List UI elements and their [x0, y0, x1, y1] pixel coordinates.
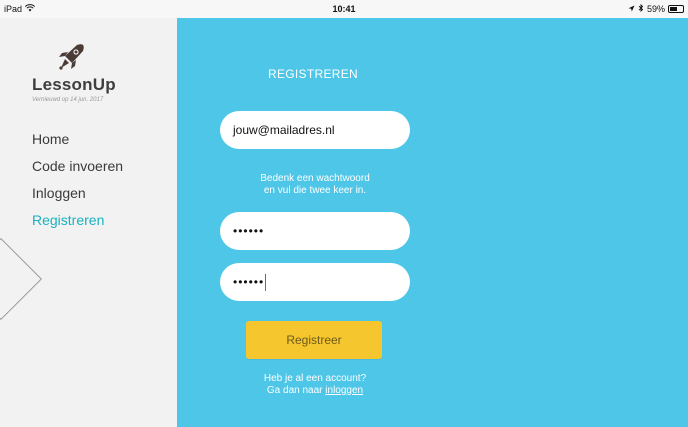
status-time: 10:41	[332, 4, 356, 14]
sidebar-nav: Home Code invoeren Inloggen Registreren	[32, 130, 123, 229]
login-hint: Heb je al een account? Ga dan naar inlog…	[220, 373, 410, 397]
email-field[interactable]: jouw@mailadres.nl	[220, 111, 410, 149]
location-arrow-icon	[628, 4, 635, 14]
password-mask: ••••••	[233, 224, 265, 238]
page-title: REGISTREREN	[268, 67, 358, 81]
sidebar: LessonUp Vernieuwd op 14 jun. 2017 Home …	[0, 18, 177, 427]
password-hint: Bedenk een wachtwoord en vul die twee ke…	[220, 173, 410, 197]
password-confirm-mask: ••••••	[233, 275, 265, 289]
sidebar-item-home[interactable]: Home	[32, 130, 123, 148]
sidebar-item-inloggen[interactable]: Inloggen	[32, 184, 123, 202]
text-caret	[265, 273, 267, 291]
account-question: Heb je al een account?	[263, 373, 367, 384]
sidebar-item-registreren[interactable]: Registreren	[32, 211, 123, 229]
login-link[interactable]: inloggen	[325, 385, 363, 396]
email-value: jouw@mailadres.nl	[233, 123, 335, 137]
password-hint-line2: en vul die twee keer in.	[263, 185, 367, 196]
password-field[interactable]: ••••••	[220, 212, 410, 250]
battery-icon	[668, 5, 684, 13]
register-panel: REGISTREREN jouw@mailadres.nl Bedenk een…	[177, 18, 688, 427]
brand-name: LessonUp	[32, 75, 116, 94]
sidebar-item-code-invoeren[interactable]: Code invoeren	[32, 157, 123, 175]
sidebar-collapse-handle[interactable]	[0, 237, 43, 321]
rocket-icon	[52, 40, 88, 76]
bluetooth-icon	[638, 3, 644, 15]
status-bar: iPad 10:41 59%	[0, 0, 688, 18]
brand-updated-date: Vernieuwd op 14 jun. 2017	[32, 97, 104, 103]
password-hint-line1: Bedenk een wachtwoord	[260, 173, 370, 184]
password-confirm-field[interactable]: ••••••	[220, 263, 410, 301]
lessonup-register-screen: iPad 10:41 59% LessonUp Vernieuwd op 14 …	[0, 0, 688, 427]
status-right: 59%	[628, 3, 684, 15]
login-hint-prefix: Ga dan naar	[266, 385, 323, 396]
register-button[interactable]: Registreer	[246, 321, 382, 359]
battery-percent: 59%	[646, 4, 665, 14]
login-hint-line2: Ga dan naar inloggen	[220, 385, 410, 397]
